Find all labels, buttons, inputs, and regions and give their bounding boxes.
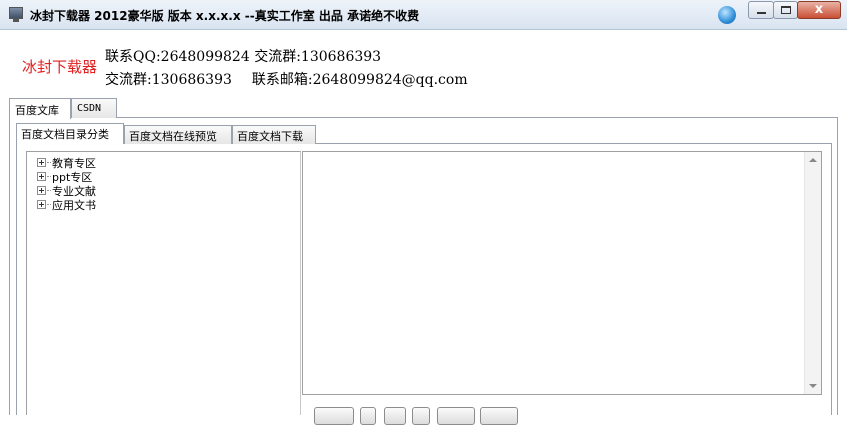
category-tree[interactable]: 教育专区 ppt专区 专业文献 应用文书: [26, 151, 301, 415]
page-number-field[interactable]: [384, 407, 406, 425]
go-page-button[interactable]: [480, 407, 518, 425]
next-page-button[interactable]: [412, 407, 430, 425]
minimize-icon: [757, 12, 766, 14]
plus-expander-icon[interactable]: [37, 172, 46, 181]
window-title: 冰封下载器 2012豪华版 版本 x.x.x.x --真实工作室 出品 承诺绝不…: [30, 9, 420, 23]
first-page-button[interactable]: [314, 407, 354, 425]
last-page-button[interactable]: [437, 407, 475, 425]
scroll-down-arrow-icon[interactable]: [809, 384, 817, 388]
maximize-button[interactable]: [773, 1, 798, 19]
vertical-scrollbar[interactable]: [804, 152, 821, 394]
plus-expander-icon[interactable]: [37, 158, 46, 167]
blue-orb-icon[interactable]: [718, 6, 736, 24]
close-button[interactable]: x: [797, 1, 841, 19]
tree-node-label[interactable]: 应用文书: [52, 197, 96, 213]
tab-doc-preview[interactable]: 百度文档在线预览: [124, 125, 232, 144]
scroll-up-arrow-icon[interactable]: [809, 158, 817, 162]
document-list-area[interactable]: [302, 151, 822, 395]
plus-expander-icon[interactable]: [37, 200, 46, 209]
group-number: 交流群:130686393: [105, 72, 232, 88]
title-bar[interactable]: 冰封下载器 2012豪华版 版本 x.x.x.x --真实工作室 出品 承诺绝不…: [0, 0, 847, 30]
tab-csdn[interactable]: CSDN: [71, 98, 117, 118]
app-icon[interactable]: [9, 7, 23, 22]
app-window: 冰封下载器 2012豪华版 版本 x.x.x.x --真实工作室 出品 承诺绝不…: [0, 0, 847, 425]
tab-doc-download[interactable]: 百度文档下载: [232, 125, 316, 144]
contact-line-1: 联系QQ:2648099824 交流群:130686393: [105, 49, 382, 65]
tab-baidu-wenku[interactable]: 百度文库: [9, 98, 71, 119]
contact-email: 联系邮箱:2648099824@qq.com: [251, 72, 468, 88]
contact-line-2: 交流群:130686393 联系邮箱:2648099824@qq.com: [105, 69, 468, 89]
brand-label: 冰封下载器: [22, 58, 98, 76]
plus-expander-icon[interactable]: [37, 186, 46, 195]
tab-doc-categories[interactable]: 百度文档目录分类: [16, 123, 124, 144]
maximize-icon: [781, 6, 791, 14]
close-icon: x: [814, 2, 824, 17]
minimize-button[interactable]: [748, 1, 774, 19]
prev-page-button[interactable]: [360, 407, 376, 425]
page-count-label: [530, 407, 570, 425]
